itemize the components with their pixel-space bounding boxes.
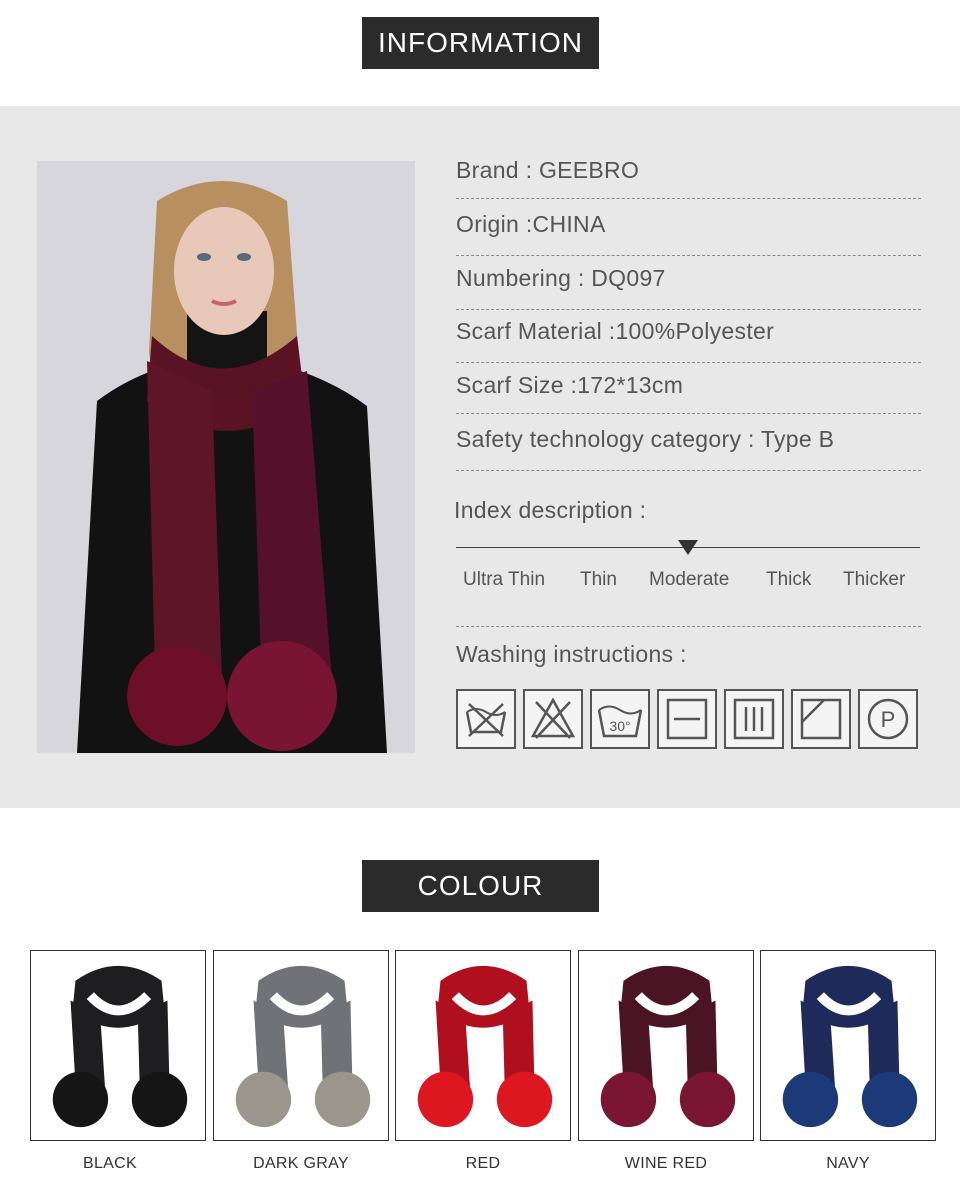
index-pointer-icon [678,540,698,555]
colour-option-red[interactable] [395,950,571,1141]
spec-origin: Origin :CHINA [456,211,606,237]
dry-clean-label: P [881,707,896,732]
scarf-thumbnail [417,965,553,1128]
dry-flat-icon [657,689,717,749]
colour-option-navy[interactable] [760,950,936,1141]
scarf-thumbnail [235,965,371,1128]
colour-label-red: RED [465,1155,501,1172]
do-not-bleach-icon [523,689,583,749]
index-label-thick: Thick [766,569,812,590]
divider [456,470,921,471]
scarf-thumbnail [600,965,736,1128]
scarf-thumbnail [782,965,918,1128]
divider [456,255,921,256]
washing-heading: Washing instructions : [456,641,687,667]
spec-brand: Brand : GEEBRO [456,157,640,183]
do-not-wash-icon [456,689,516,749]
scarf-thumbnail [52,965,188,1128]
product-photo [37,161,415,753]
colour-option-black[interactable] [30,950,206,1141]
professional-dry-clean-icon: P [858,689,918,749]
divider [456,362,921,363]
divider [456,626,921,627]
colour-label-black: BLACK [83,1155,137,1172]
colour-title: COLOUR [362,860,599,912]
colour-option-dark-gray[interactable] [213,950,389,1141]
colour-label-dark-gray: DARK GRAY [253,1155,349,1172]
index-label-thicker: Thicker [843,569,906,590]
divider [456,198,921,199]
index-label-ultra-thin: Ultra Thin [463,569,546,590]
dry-in-shade-icon [791,689,851,749]
index-label-moderate: Moderate [649,569,730,590]
wash-temperature-label: 30° [609,718,630,734]
colour-label-navy: NAVY [826,1155,870,1172]
index-label-thin: Thin [580,569,617,590]
colour-option-wine-red[interactable] [578,950,754,1141]
spec-numbering: Numbering : DQ097 [456,265,666,291]
drip-dry-icon [724,689,784,749]
spec-material: Scarf Material :100%Polyester [456,318,775,344]
spec-size: Scarf Size :172*13cm [456,372,684,398]
spec-safety-category: Safety technology category : Type B [456,426,835,452]
wash-30-icon: 30° [590,689,650,749]
divider [456,309,921,310]
information-title: INFORMATION [362,17,599,69]
index-heading: Index description : [454,497,647,523]
divider [456,413,921,414]
colour-label-wine-red: WINE RED [624,1155,708,1172]
